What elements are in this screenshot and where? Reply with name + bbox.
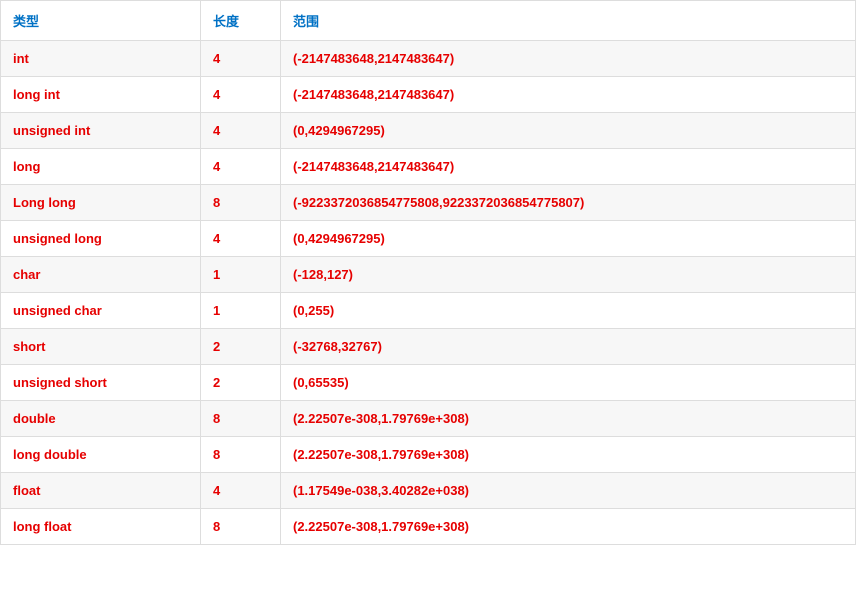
cell-type: char (1, 257, 201, 293)
table-header-row: 类型 长度 范围 (1, 1, 856, 41)
cell-range: (-32768,32767) (281, 329, 856, 365)
cell-length: 8 (201, 509, 281, 545)
table-row: float4(1.17549e-038,3.40282e+038) (1, 473, 856, 509)
cell-range: (-2147483648,2147483647) (281, 41, 856, 77)
cell-type: unsigned int (1, 113, 201, 149)
cell-range: (-128,127) (281, 257, 856, 293)
cell-length: 8 (201, 401, 281, 437)
table-row: int4(-2147483648,2147483647) (1, 41, 856, 77)
cell-range: (0,255) (281, 293, 856, 329)
cell-range: (2.22507e-308,1.79769e+308) (281, 401, 856, 437)
cell-type: Long long (1, 185, 201, 221)
header-range: 范围 (281, 1, 856, 41)
cell-length: 8 (201, 185, 281, 221)
header-length: 长度 (201, 1, 281, 41)
cell-type: unsigned short (1, 365, 201, 401)
table-row: long double8(2.22507e-308,1.79769e+308) (1, 437, 856, 473)
cell-length: 8 (201, 437, 281, 473)
cell-length: 4 (201, 221, 281, 257)
cell-length: 4 (201, 113, 281, 149)
cell-length: 2 (201, 329, 281, 365)
table-row: unsigned short2(0,65535) (1, 365, 856, 401)
cell-type: long float (1, 509, 201, 545)
cell-range: (-2147483648,2147483647) (281, 149, 856, 185)
cell-length: 1 (201, 257, 281, 293)
cell-range: (-9223372036854775808,922337203685477580… (281, 185, 856, 221)
cell-length: 4 (201, 149, 281, 185)
cell-length: 4 (201, 473, 281, 509)
cell-type: float (1, 473, 201, 509)
cell-type: long double (1, 437, 201, 473)
cell-range: (0,4294967295) (281, 221, 856, 257)
cell-range: (1.17549e-038,3.40282e+038) (281, 473, 856, 509)
cell-range: (0,65535) (281, 365, 856, 401)
cell-type: long int (1, 77, 201, 113)
cell-type: double (1, 401, 201, 437)
header-type: 类型 (1, 1, 201, 41)
table-row: long int4(-2147483648,2147483647) (1, 77, 856, 113)
data-types-table: 类型 长度 范围 int4(-2147483648,2147483647)lon… (0, 0, 856, 545)
cell-type: long (1, 149, 201, 185)
table-row: unsigned int4(0,4294967295) (1, 113, 856, 149)
table-row: long4(-2147483648,2147483647) (1, 149, 856, 185)
table-row: char1(-128,127) (1, 257, 856, 293)
cell-range: (0,4294967295) (281, 113, 856, 149)
table-row: unsigned long4(0,4294967295) (1, 221, 856, 257)
cell-type: int (1, 41, 201, 77)
cell-type: unsigned long (1, 221, 201, 257)
table-row: short2(-32768,32767) (1, 329, 856, 365)
cell-type: unsigned char (1, 293, 201, 329)
table-row: long float8(2.22507e-308,1.79769e+308) (1, 509, 856, 545)
cell-range: (2.22507e-308,1.79769e+308) (281, 437, 856, 473)
table-body: int4(-2147483648,2147483647)long int4(-2… (1, 41, 856, 545)
table-row: double8(2.22507e-308,1.79769e+308) (1, 401, 856, 437)
table-row: unsigned char1(0,255) (1, 293, 856, 329)
cell-type: short (1, 329, 201, 365)
table-row: Long long8(-9223372036854775808,92233720… (1, 185, 856, 221)
cell-length: 4 (201, 77, 281, 113)
cell-length: 1 (201, 293, 281, 329)
cell-length: 4 (201, 41, 281, 77)
cell-range: (2.22507e-308,1.79769e+308) (281, 509, 856, 545)
cell-range: (-2147483648,2147483647) (281, 77, 856, 113)
cell-length: 2 (201, 365, 281, 401)
